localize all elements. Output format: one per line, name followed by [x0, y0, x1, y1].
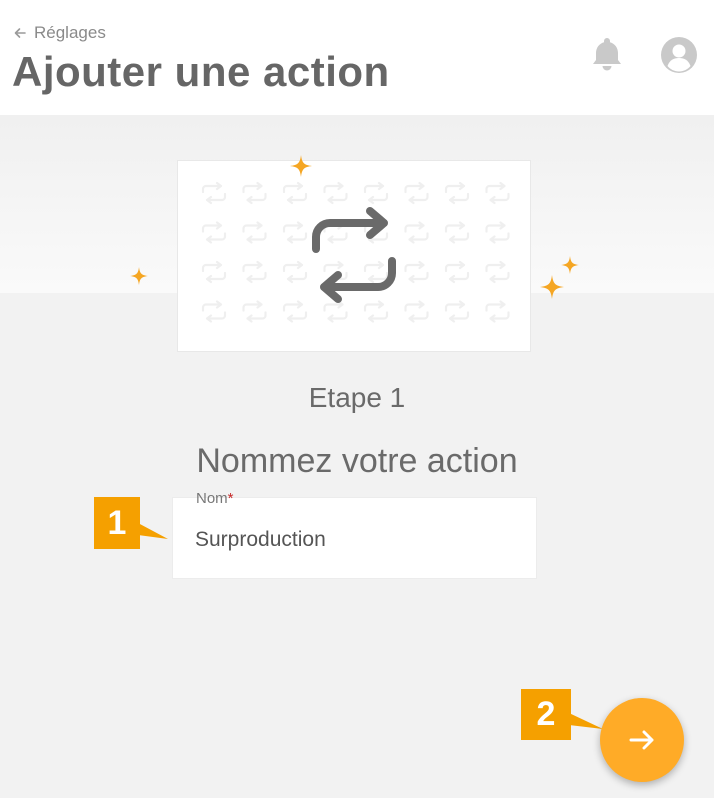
pattern-repeat-icon — [363, 181, 389, 205]
pattern-repeat-icon — [444, 260, 470, 284]
pattern-repeat-icon — [485, 181, 510, 205]
pattern-repeat-icon — [363, 260, 389, 284]
arrow-left-icon — [14, 28, 26, 38]
callout-2: 2 — [521, 689, 605, 741]
callout-2-pointer — [569, 713, 603, 729]
pattern-repeat-icon — [444, 300, 470, 323]
arrow-right-icon — [629, 730, 654, 750]
pattern-repeat-icon — [201, 300, 227, 323]
pattern-repeat-icon — [444, 221, 470, 244]
back-link[interactable]: Réglages — [12, 23, 106, 43]
pattern-repeat-icon — [242, 221, 267, 244]
pattern-repeat-icon — [282, 221, 308, 244]
pattern-repeat-icon — [404, 260, 429, 284]
sparkle-icon — [130, 267, 148, 285]
name-field-label: Nom* — [196, 490, 234, 507]
pattern-repeat-icon — [201, 260, 227, 284]
pattern-repeat-icon — [323, 181, 348, 205]
next-step-button[interactable] — [600, 698, 684, 782]
pattern-repeat-icon — [201, 181, 227, 205]
step-title: Nommez votre action — [196, 442, 518, 480]
illustration-graphic — [201, 181, 510, 323]
pattern-repeat-icon — [201, 221, 227, 244]
page-title: Ajouter une action — [12, 48, 390, 95]
pattern-repeat-icon — [485, 300, 510, 323]
bell-icon[interactable] — [590, 36, 624, 72]
pattern-repeat-icon — [242, 300, 267, 323]
sparkle-icon — [290, 155, 312, 177]
sparkle-icon — [561, 256, 579, 274]
illustration-card — [177, 160, 531, 352]
callout-1-number: 1 — [94, 497, 140, 549]
app-header: Réglages Ajouter une action — [0, 0, 714, 115]
step-label: Etape 1 — [308, 382, 406, 413]
pattern-repeat-icon — [404, 181, 429, 205]
pattern-repeat-icon — [282, 300, 308, 323]
pattern-repeat-icon — [282, 260, 308, 284]
pattern-repeat-icon — [242, 260, 267, 284]
sparkle-icon — [540, 275, 564, 299]
user-avatar-icon[interactable] — [660, 36, 698, 74]
repeat-arrows-icon — [312, 207, 396, 303]
pattern-repeat-icon — [485, 260, 510, 284]
pattern-repeat-icon — [323, 300, 348, 323]
required-mark: * — [227, 490, 234, 507]
pattern-repeat-icon — [363, 300, 389, 323]
callout-1-pointer — [138, 523, 168, 539]
pattern-repeat-icon — [444, 181, 470, 205]
callout-2-number: 2 — [521, 689, 571, 740]
pattern-repeat-icon — [404, 221, 429, 244]
repeat-pattern — [201, 181, 510, 323]
name-field[interactable]: Nom* — [172, 490, 537, 579]
pattern-repeat-icon — [242, 181, 267, 205]
pattern-repeat-icon — [485, 221, 510, 244]
pattern-repeat-icon — [404, 300, 429, 323]
pattern-repeat-icon — [282, 181, 308, 205]
name-input[interactable] — [195, 525, 515, 555]
back-link-label: Réglages — [34, 23, 106, 42]
callout-1: 1 — [94, 497, 170, 549]
